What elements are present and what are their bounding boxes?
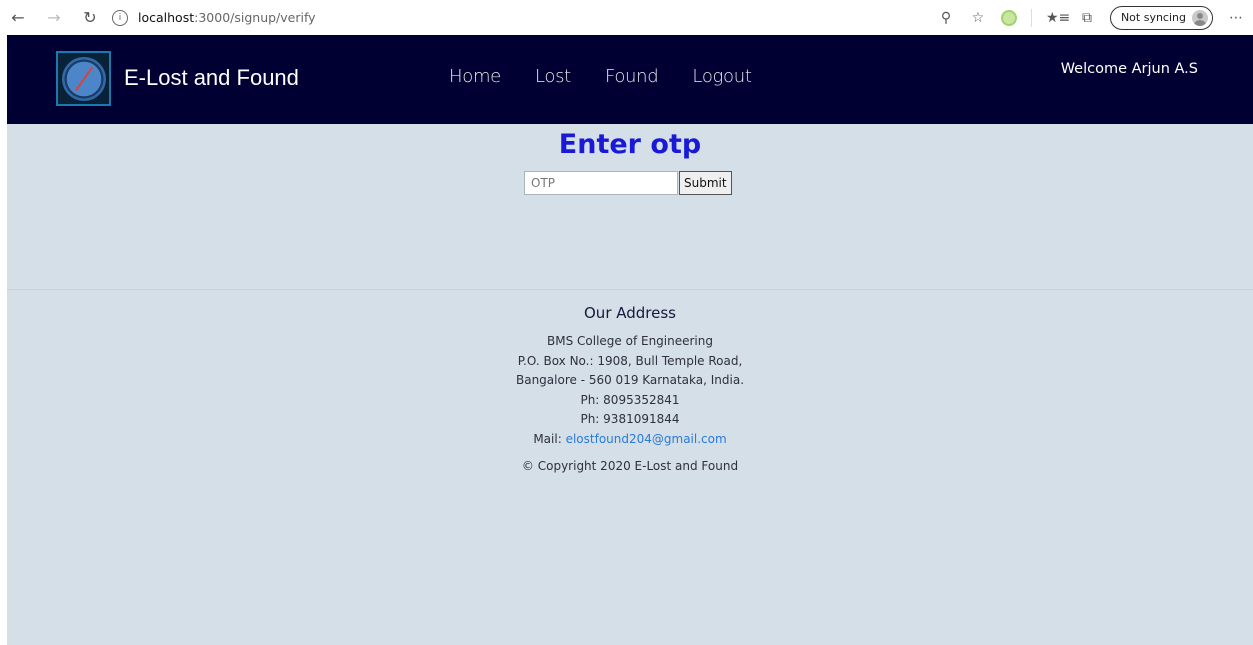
nav-link-found[interactable]: Found bbox=[605, 66, 659, 87]
sync-status-button[interactable]: Not syncing bbox=[1109, 5, 1213, 30]
copyright-text: © Copyright 2020 E-Lost and Found bbox=[521, 459, 739, 473]
nav-link-home[interactable]: Home bbox=[449, 66, 501, 87]
site-navbar: E-Lost and Found Home Lost Found Logout … bbox=[7, 35, 1253, 124]
site-brand[interactable]: E-Lost and Found bbox=[124, 65, 299, 91]
back-arrow-icon[interactable]: ← bbox=[6, 6, 30, 30]
address-line: Bangalore - 560 019 Karnataka, India. bbox=[515, 373, 745, 387]
phone-line: Ph: 8095352841 bbox=[580, 392, 680, 407]
address-line: P.O. Box No.: 1908, Bull Temple Road, bbox=[517, 353, 743, 368]
profile-avatar bbox=[1192, 9, 1208, 26]
key-icon[interactable]: ⚲ bbox=[937, 10, 955, 26]
mail-line: Mail: elostfound204@gmail.com bbox=[7, 430, 1253, 450]
favorites-list-icon[interactable]: ★≡ bbox=[1046, 10, 1070, 26]
more-menu-icon[interactable]: ⋯ bbox=[1227, 10, 1245, 26]
nav-link-lost[interactable]: Lost bbox=[535, 66, 571, 87]
otp-form: Submit bbox=[524, 171, 732, 195]
submit-button[interactable]: Submit bbox=[679, 171, 732, 195]
nav-link-logout[interactable]: Logout bbox=[692, 66, 752, 87]
mail-link[interactable]: elostfound204@gmail.com bbox=[566, 432, 727, 446]
url-host: localhost bbox=[138, 10, 195, 25]
compass-logo-icon bbox=[61, 56, 106, 101]
welcome-text: Welcome Arjun A.S bbox=[1060, 61, 1198, 77]
nav-menu: Home Lost Found Logout bbox=[449, 66, 786, 87]
site-footer: Our Address BMS College of Engineering P… bbox=[7, 304, 1253, 473]
phone-line: Ph: 9381091844 bbox=[580, 412, 680, 426]
address-bar[interactable]: i localhost:3000/signup/verify bbox=[112, 9, 316, 26]
forward-arrow-icon[interactable]: → bbox=[42, 6, 66, 30]
mail-label: Mail: bbox=[533, 431, 562, 446]
otp-section: Enter otp Submit bbox=[7, 124, 1253, 290]
otp-input[interactable] bbox=[524, 171, 678, 195]
address-line: BMS College of Engineering bbox=[547, 334, 713, 348]
favorite-star-icon[interactable]: ☆ bbox=[969, 10, 987, 26]
page-title: Enter otp bbox=[558, 129, 702, 160]
page-viewport: E-Lost and Found Home Lost Found Logout … bbox=[7, 35, 1253, 645]
footer-heading: Our Address bbox=[584, 304, 676, 322]
toolbar-divider bbox=[1030, 8, 1032, 27]
url-path: :3000/signup/verify bbox=[194, 10, 316, 25]
extension-icon[interactable] bbox=[1000, 9, 1017, 26]
sync-label: Not syncing bbox=[1120, 11, 1186, 24]
refresh-icon[interactable]: ↻ bbox=[78, 6, 102, 30]
info-icon[interactable]: i bbox=[112, 9, 128, 26]
site-logo[interactable] bbox=[56, 51, 111, 106]
browser-toolbar: ← → ↻ i localhost:3000/signup/verify ⚲ ☆… bbox=[0, 0, 1253, 35]
collections-icon[interactable]: ⧉ bbox=[1078, 10, 1096, 26]
